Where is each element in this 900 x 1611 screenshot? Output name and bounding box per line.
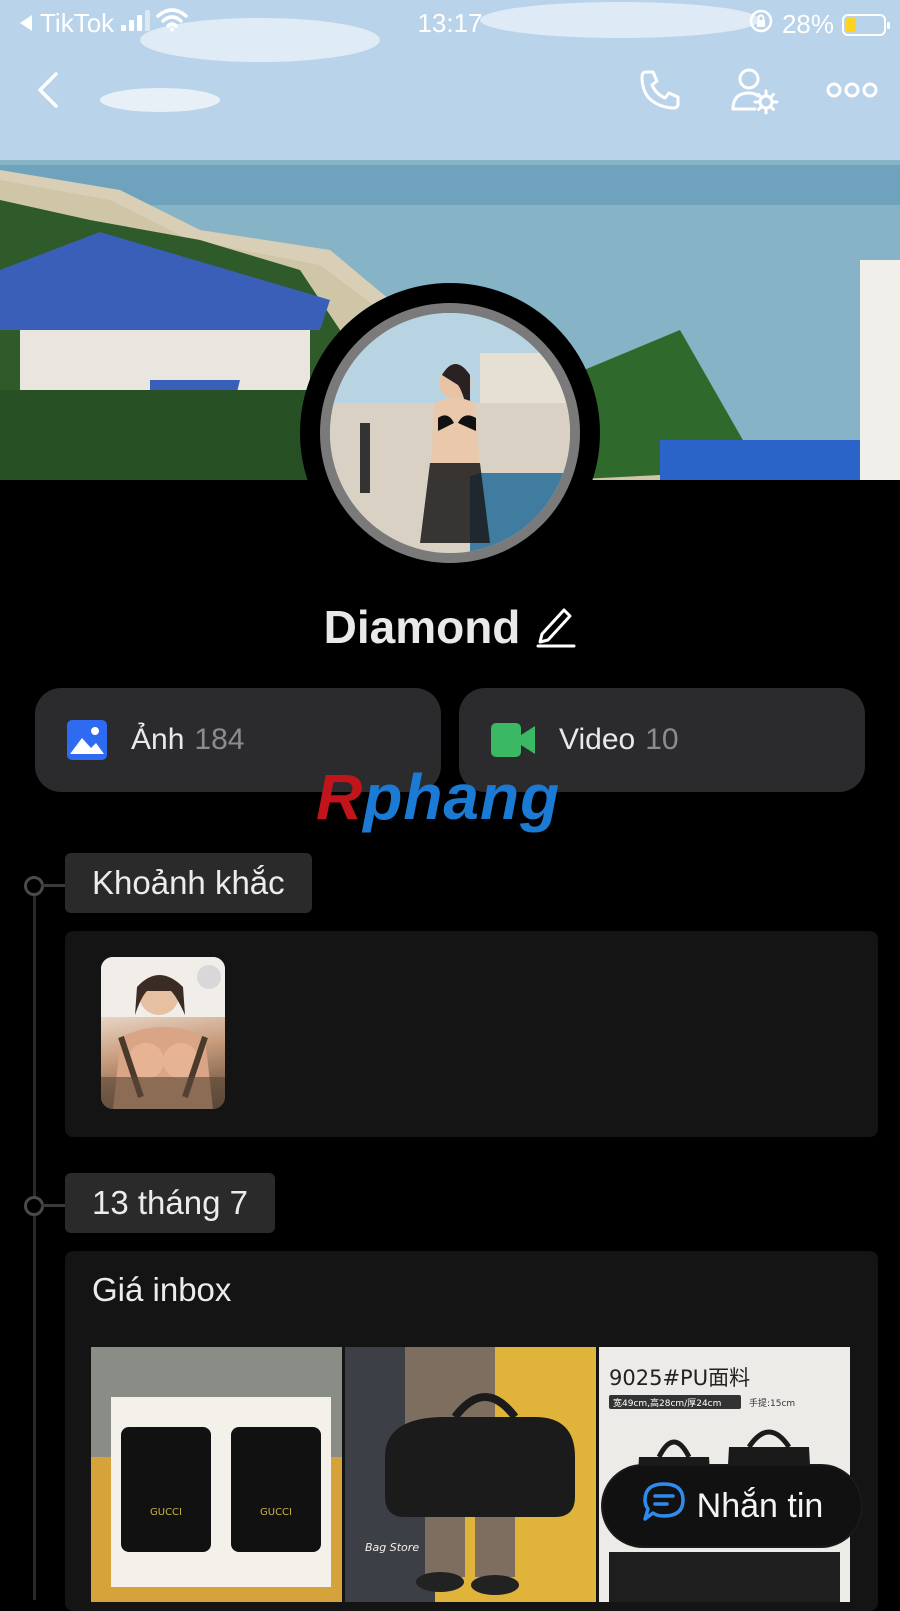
rotation-lock-icon — [748, 8, 774, 41]
more-dots-icon — [826, 80, 878, 105]
avatar-scene — [330, 313, 570, 553]
profile-name: Diamond — [323, 601, 521, 653]
watermark-letter: R — [316, 761, 364, 833]
timeline-dot — [24, 876, 67, 896]
message-label: Nhắn tin — [696, 1486, 824, 1525]
videos-count: 10 — [645, 723, 679, 756]
status-bar: TikTok 13:17 28% — [0, 0, 900, 44]
phone-icon — [637, 67, 683, 118]
pencil-icon — [536, 606, 576, 658]
moments-tag: Khoảnh khắc — [65, 853, 312, 913]
video-camera-icon — [491, 723, 535, 757]
image-icon — [67, 720, 107, 760]
more-button[interactable] — [822, 62, 882, 122]
date-tag: 13 tháng 7 — [65, 1173, 275, 1233]
bag-spec: 宽49cm,高28cm/厚24cm — [613, 1397, 721, 1409]
chat-bubble-icon — [641, 1481, 687, 1532]
post-image-wallets[interactable]: GUCCI GUCCI — [91, 1347, 342, 1602]
back-button[interactable] — [18, 62, 78, 122]
videos-label: Video — [559, 723, 636, 756]
wallet-brand-text: GUCCI — [260, 1507, 292, 1518]
chevron-left-icon — [34, 70, 62, 115]
post-card[interactable]: Giá inbox GUCCI GUCCI Bag Store 9025#PU面… — [65, 1251, 878, 1611]
wallet-brand-text: GUCCI — [150, 1507, 182, 1518]
post-image-duffel[interactable]: Bag Store — [345, 1347, 596, 1602]
battery-percent: 28% — [781, 9, 834, 39]
profile-name-row: Diamond — [0, 600, 900, 659]
avatar[interactable] — [300, 283, 600, 583]
call-button[interactable] — [630, 62, 690, 122]
bag-heading: 9025#PU面料 — [609, 1366, 750, 1390]
status-right: 28% — [748, 8, 890, 41]
duffel-caption: Bag Store — [365, 1541, 419, 1554]
watermark-text: phang — [363, 761, 561, 833]
watermark-logo: Rphang — [316, 765, 560, 829]
photos-count: 184 — [194, 723, 245, 756]
timeline-dot — [24, 1196, 67, 1216]
bag-handle: 手提:15cm — [749, 1397, 795, 1409]
message-button[interactable]: Nhắn tin — [603, 1466, 861, 1546]
moments-card — [65, 931, 878, 1137]
post-title: Giá inbox — [92, 1271, 232, 1308]
avatar-photo — [320, 303, 580, 563]
battery-icon — [842, 13, 890, 36]
edit-name-button[interactable] — [536, 602, 576, 659]
photos-label: Ảnh — [131, 723, 185, 756]
timeline-line — [33, 883, 36, 1600]
moment-thumbnail[interactable] — [101, 957, 225, 1109]
profile-settings-button[interactable] — [724, 62, 784, 122]
user-gear-icon — [729, 65, 779, 120]
